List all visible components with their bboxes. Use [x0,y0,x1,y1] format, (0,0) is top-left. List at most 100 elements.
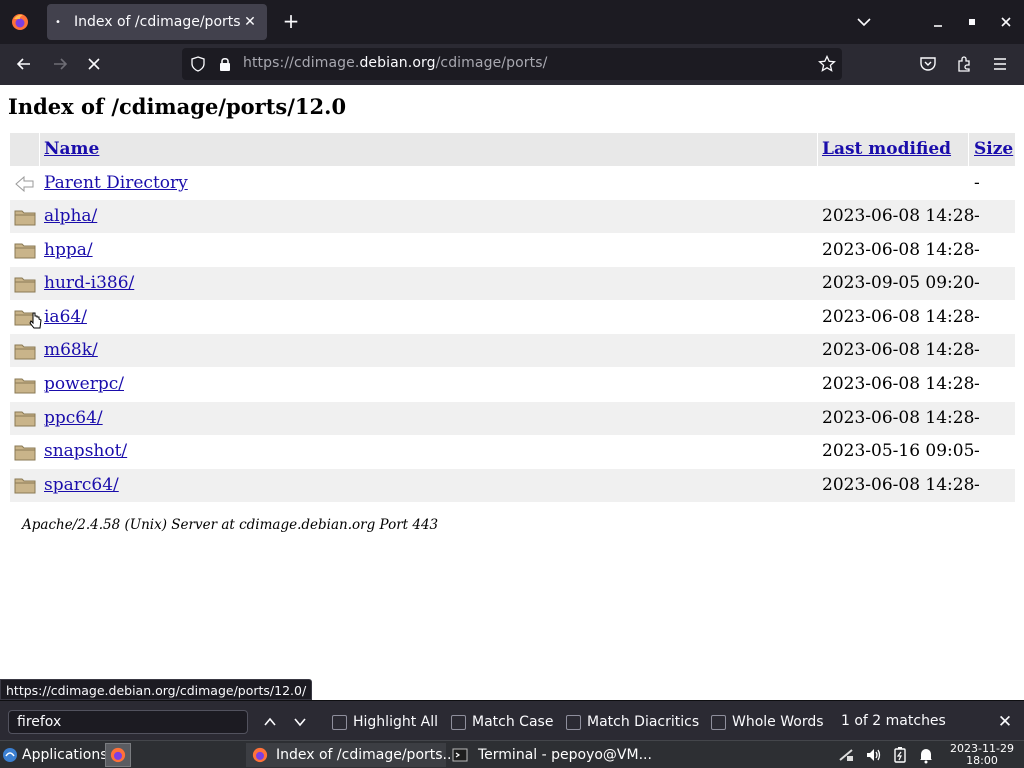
network-icon[interactable] [836,745,856,765]
modified-cell: 2023-06-08 14:28 [822,239,975,260]
back-arrow-icon [10,167,39,200]
folder-icon [10,267,39,300]
table-row: hppa/2023-06-08 14:28- [10,234,1015,267]
directory-link[interactable]: ppc64/ [44,408,103,428]
table-row: m68k/2023-06-08 14:28- [10,334,1015,368]
taskbar-item-firefox[interactable]: Index of /cdimage/ports... [246,743,456,767]
notification-bell-icon[interactable] [916,745,936,765]
table-row: alpha/2023-06-08 14:28- [10,200,1015,233]
stop-loading-button[interactable] [80,50,108,78]
folder-icon [10,200,39,233]
checkbox-icon[interactable] [711,714,726,730]
sort-by-name-link[interactable]: Name [44,139,99,159]
firefox-view-icon[interactable] [6,8,34,36]
battery-icon[interactable] [890,745,910,765]
table-row: sparc64/2023-06-08 14:28- [10,468,1015,502]
parent-directory-link[interactable]: Parent Directory [44,173,188,193]
checkbox-icon[interactable] [451,714,466,730]
checkbox-icon[interactable] [332,714,347,730]
folder-icon [10,368,39,401]
find-input[interactable] [8,710,248,734]
desktop-taskbar: Applications Index of /cdimage/ports... … [0,740,1024,768]
pocket-icon[interactable] [914,50,942,78]
tab-loading-icon: • [55,16,61,28]
size-cell: - [974,340,980,361]
size-cell: - [974,273,980,294]
sort-by-size-link[interactable]: Size [974,139,1013,159]
find-match-count: 1 of 2 matches [841,713,946,729]
highlight-all-checkbox[interactable]: Highlight All [332,711,438,733]
back-button[interactable] [10,50,38,78]
volume-icon[interactable] [864,745,884,765]
folder-icon [10,402,39,435]
close-find-bar-icon[interactable]: ✕ [994,711,1016,733]
tab-close-icon[interactable]: ✕ [241,13,259,31]
find-next-button[interactable] [289,711,311,733]
table-row: ia64/2023-06-08 14:28- [10,301,1015,334]
modified-cell: 2023-06-08 14:28 [822,407,975,428]
forward-button[interactable] [46,50,74,78]
server-signature: Apache/2.4.58 (Unix) Server at cdimage.d… [22,517,439,533]
directory-link[interactable]: m68k/ [44,340,98,360]
size-cell: - [974,374,980,394]
modified-cell: 2023-06-08 14:28 [822,206,975,226]
folder-icon [10,469,39,502]
clock[interactable]: 2023-11-29 18:00 [944,743,1020,767]
maximize-button[interactable] [960,10,984,34]
size-cell: - [974,441,980,462]
modified-cell: 2023-06-08 14:28 [822,374,975,394]
table-row: ppc64/2023-06-08 14:28- [10,401,1015,435]
terminal-icon [452,747,468,763]
url-text[interactable]: https://cdimage.debian.org/cdimage/ports… [243,55,547,71]
folder-icon [10,334,39,367]
folder-icon [10,234,39,267]
find-previous-button[interactable] [259,711,281,733]
extensions-icon[interactable] [950,50,978,78]
xfce-logo-icon [2,747,18,763]
find-bar: Highlight All Match Case Match Diacritic… [0,700,1024,740]
bookmark-star-icon[interactable] [818,54,836,77]
table-row: powerpc/2023-06-08 14:28- [10,368,1015,401]
tab-active[interactable]: • Index of /cdimage/ports ✕ [47,4,267,40]
applications-menu-button[interactable]: Applications [2,743,108,767]
size-cell: - [974,306,980,327]
firefox-icon [252,747,268,763]
list-all-tabs-icon[interactable] [852,10,876,34]
table-row: snapshot/2023-05-16 09:05- [10,435,1015,468]
size-cell: - [974,206,980,226]
new-tab-button[interactable]: + [279,10,303,34]
clock-time: 18:00 [966,754,998,767]
directory-link[interactable]: snapshot/ [44,441,127,461]
firefox-launcher-icon[interactable] [105,743,131,767]
modified-cell: 2023-06-08 14:28 [822,306,975,327]
parent-directory-row: Parent Directory - [10,167,1015,200]
size-cell: - [974,239,980,260]
match-case-checkbox[interactable]: Match Case [451,711,553,733]
size-cell: - [974,173,980,193]
table-header: Name Last modified Size [10,133,1015,166]
modified-cell: 2023-09-05 09:20 [822,273,975,294]
whole-words-checkbox[interactable]: Whole Words [711,711,824,733]
directory-link[interactable]: hppa/ [44,240,93,260]
url-bar[interactable]: https://cdimage.debian.org/cdimage/ports… [182,48,842,80]
directory-link[interactable]: alpha/ [44,206,97,226]
match-diacritics-checkbox[interactable]: Match Diacritics [566,711,699,733]
directory-link[interactable]: hurd-i386/ [44,273,134,293]
taskbar-item-terminal[interactable]: Terminal - pepoyo@VM... [448,743,652,767]
lock-icon[interactable] [218,56,232,76]
directory-link[interactable]: sparc64/ [44,475,119,495]
checkbox-icon[interactable] [566,714,581,730]
tab-strip: • Index of /cdimage/ports ✕ + [0,0,1024,44]
size-cell: - [974,474,980,495]
navigation-toolbar: https://cdimage.debian.org/cdimage/ports… [0,44,1024,85]
sort-by-modified-link[interactable]: Last modified [822,139,951,159]
minimize-button[interactable] [926,10,950,34]
directory-link[interactable]: ia64/ [44,307,87,327]
tab-title: Index of /cdimage/ports [74,14,241,30]
hamburger-menu-icon[interactable] [986,50,1014,78]
directory-link[interactable]: powerpc/ [44,374,124,394]
close-window-button[interactable] [994,10,1018,34]
shield-icon[interactable] [190,56,206,76]
size-cell: - [974,407,980,428]
page-content: Index of /cdimage/ports/12.0 Name Last m… [0,85,1024,700]
